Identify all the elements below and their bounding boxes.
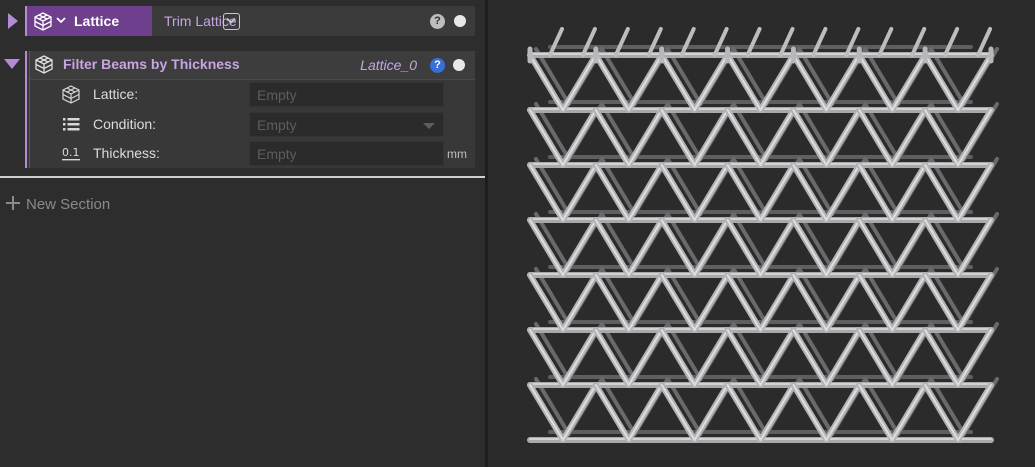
block-type-selector[interactable]: Lattice: [27, 6, 152, 36]
param-label: Condition:: [93, 116, 157, 132]
number-icon: 0.1: [62, 146, 80, 161]
field-value: Empty: [257, 117, 297, 133]
field-value: Empty: [257, 146, 297, 162]
output-name[interactable]: Lattice_0: [360, 57, 417, 73]
chevron-down-icon: [423, 123, 435, 129]
unit-label: mm: [447, 147, 467, 161]
lattice-cube-icon: [35, 55, 53, 74]
block-panel: Lattice Trim Lattice ? Filter Beams by T…: [0, 0, 486, 467]
block-accent: [25, 51, 27, 168]
param-row-thickness: 0.1 Thickness: Empty mm: [30, 140, 475, 167]
param-label: Lattice:: [93, 86, 139, 102]
chevron-down-icon[interactable]: [56, 15, 66, 25]
filter-block-header[interactable]: Filter Beams by Thickness Lattice_0 ?: [30, 51, 475, 79]
3d-viewport[interactable]: [488, 0, 1035, 467]
block-filter-beams: Filter Beams by Thickness Lattice_0 ? La…: [25, 51, 475, 168]
block-options-dropdown[interactable]: [223, 13, 240, 30]
param-row-lattice: Lattice: Empty: [30, 81, 475, 108]
block-title: Filter Beams by Thickness: [63, 56, 240, 72]
svg-text:0.1: 0.1: [62, 146, 80, 159]
visibility-toggle[interactable]: [454, 15, 466, 27]
lattice-cube-icon: [62, 85, 80, 104]
expand-arrow-icon[interactable]: [8, 13, 18, 29]
lattice-input[interactable]: Empty: [249, 82, 444, 107]
plus-icon: [5, 195, 21, 211]
divider: [30, 79, 475, 80]
field-value: Empty: [257, 87, 297, 103]
lattice-render: [527, 27, 999, 443]
visibility-toggle[interactable]: [453, 59, 465, 71]
new-section-label: New Section: [26, 196, 111, 213]
block-type-label: Lattice: [74, 13, 120, 29]
condition-select[interactable]: Empty: [249, 112, 444, 137]
param-row-condition: Condition: Empty: [30, 111, 475, 138]
thickness-input[interactable]: Empty: [249, 141, 444, 166]
list-icon: [63, 118, 80, 131]
collapse-arrow-icon[interactable]: [4, 59, 20, 69]
param-label: Thickness:: [93, 145, 160, 161]
chevron-down-icon: [226, 17, 236, 24]
lattice-cube-icon: [34, 12, 52, 31]
help-icon[interactable]: ?: [430, 58, 445, 73]
help-icon[interactable]: ?: [430, 14, 445, 29]
section-divider: [0, 176, 486, 178]
block-trim-lattice[interactable]: Lattice Trim Lattice ?: [25, 6, 475, 36]
